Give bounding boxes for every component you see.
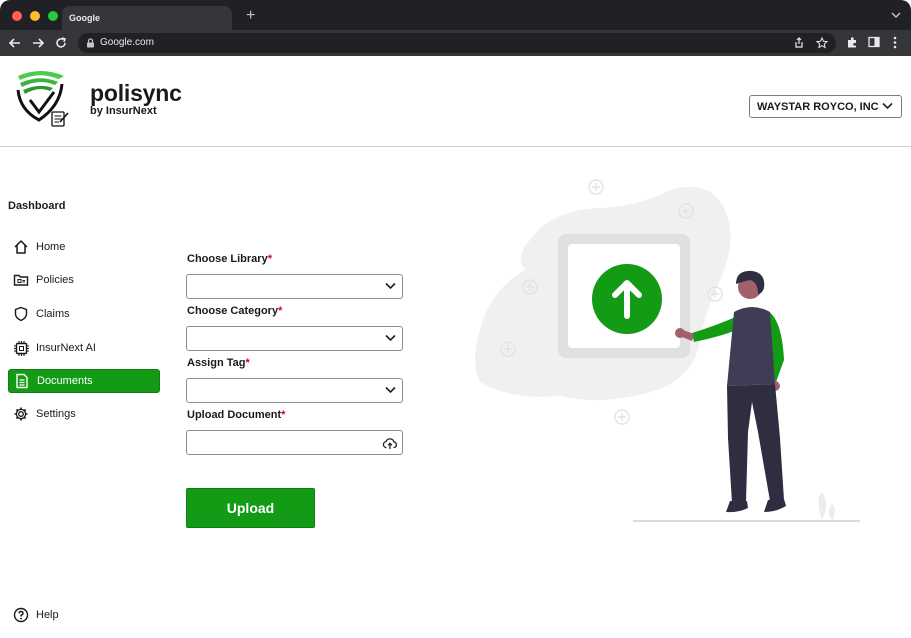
required-mark: * (245, 357, 250, 369)
polisync-shield-logo-icon[interactable] (16, 68, 70, 130)
sidebar-title: Dashboard (8, 200, 66, 212)
sidebar-item-claims[interactable]: Claims (8, 302, 160, 326)
share-icon[interactable] (793, 37, 805, 49)
url-text: Google.com (100, 37, 154, 48)
document-icon (13, 372, 31, 390)
browser-toolbar: Google.com (0, 30, 911, 56)
cloud-upload-icon[interactable] (382, 436, 398, 450)
forward-arrow-icon[interactable] (31, 36, 45, 50)
bookmark-star-icon[interactable] (816, 37, 828, 49)
sidebar-item-insurnext-ai[interactable]: InsurNext AI (8, 336, 160, 360)
chip-icon (12, 339, 30, 357)
brand-subtitle: by InsurNext (90, 105, 157, 117)
sidebar-item-policies[interactable]: Policies (8, 268, 160, 292)
shield-icon (12, 305, 30, 323)
maximize-window-button[interactable] (48, 11, 58, 21)
library-select[interactable] (186, 274, 403, 299)
chevron-down-icon (385, 386, 396, 394)
category-select[interactable] (186, 326, 403, 351)
tag-label: Assign Tag* (187, 357, 250, 369)
document-file-input[interactable] (186, 430, 403, 455)
chevron-down-icon (882, 102, 893, 110)
side-panel-icon[interactable] (868, 36, 880, 48)
organization-select[interactable]: WAYSTAR ROYCO, INC (749, 95, 902, 118)
library-label: Choose Library* (187, 253, 272, 265)
gear-icon (12, 405, 30, 423)
app-header: polisync by InsurNext WAYSTAR ROYCO, INC (0, 56, 911, 147)
folder-icon (12, 271, 30, 289)
organization-value: WAYSTAR ROYCO, INC (757, 101, 879, 113)
minimize-window-button[interactable] (30, 11, 40, 21)
browser-chrome: Google + Google.com (0, 0, 911, 56)
required-mark: * (267, 253, 272, 265)
required-mark: * (278, 305, 283, 317)
sidebar-item-documents[interactable]: Documents (8, 369, 160, 393)
tag-select[interactable] (186, 378, 403, 403)
upload-illustration (475, 179, 860, 522)
sidebar-item-label: Documents (37, 375, 93, 387)
browser-menu-icon[interactable] (892, 36, 898, 49)
address-bar[interactable]: Google.com (78, 33, 836, 53)
new-tab-button[interactable]: + (246, 7, 255, 25)
chevron-down-icon (385, 334, 396, 342)
reload-icon[interactable] (54, 36, 68, 50)
required-mark: * (281, 409, 286, 421)
brand-wordmark: polisync by InsurNext (90, 81, 182, 117)
upload-button[interactable]: Upload (186, 488, 315, 528)
help-link[interactable]: Help (8, 603, 160, 627)
help-circle-icon (12, 606, 30, 624)
back-arrow-icon[interactable] (8, 36, 22, 50)
extensions-puzzle-icon[interactable] (846, 36, 859, 49)
sidebar-item-home[interactable]: Home (8, 235, 160, 259)
sidebar-item-label: Home (36, 241, 66, 253)
sidebar-item-label: Policies (36, 274, 74, 286)
browser-tab[interactable]: Google (62, 6, 232, 30)
tab-title: Google (69, 13, 100, 23)
sidebar-item-settings[interactable]: Settings (8, 402, 160, 426)
home-icon (12, 238, 30, 256)
brand-name: polisync (90, 80, 182, 106)
sidebar-item-label: InsurNext AI (36, 342, 96, 354)
lock-icon (87, 38, 94, 48)
document-label: Upload Document* (187, 409, 286, 421)
category-label: Choose Category* (187, 305, 283, 317)
sidebar-item-label: Settings (36, 408, 76, 420)
tab-search-chevron-icon[interactable] (891, 10, 901, 20)
window-controls (12, 11, 58, 21)
help-label: Help (36, 609, 59, 621)
chevron-down-icon (385, 282, 396, 290)
close-window-button[interactable] (12, 11, 22, 21)
sidebar-item-label: Claims (36, 308, 70, 320)
